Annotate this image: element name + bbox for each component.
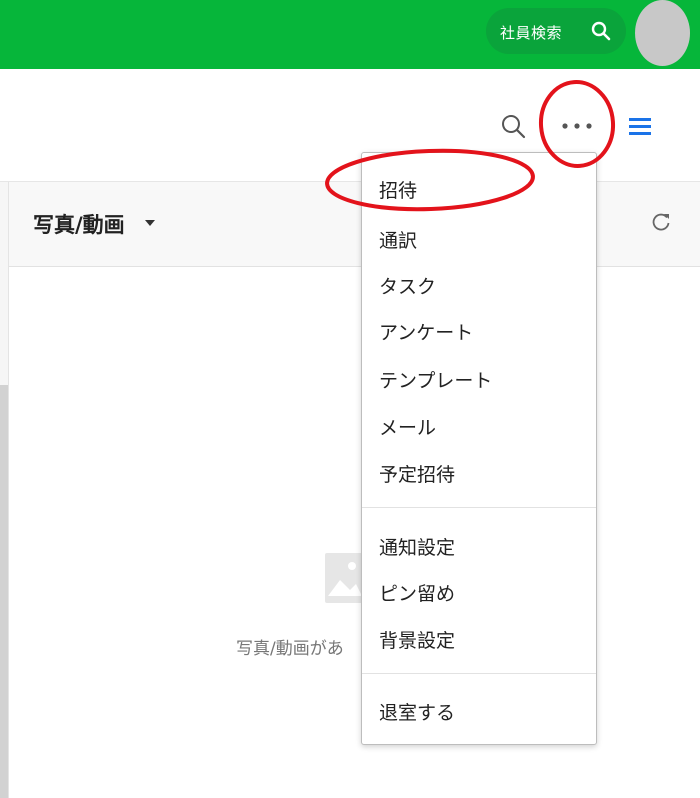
menu-item-survey[interactable]: アンケート bbox=[379, 318, 473, 345]
image-placeholder-icon bbox=[325, 553, 365, 603]
menu-divider bbox=[362, 507, 596, 508]
search-icon[interactable] bbox=[500, 113, 526, 139]
more-icon[interactable] bbox=[560, 119, 596, 133]
refresh-icon[interactable] bbox=[650, 211, 672, 233]
menu-divider bbox=[362, 673, 596, 674]
menu-item-pin[interactable]: ピン留め bbox=[379, 579, 455, 606]
chevron-down-icon[interactable] bbox=[145, 220, 155, 226]
left-scrollbar-thumb[interactable] bbox=[0, 385, 8, 798]
top-bar: 社員検索 bbox=[0, 0, 700, 69]
empty-message: 写真/動画があ bbox=[236, 639, 344, 659]
employee-search-button[interactable]: 社員検索 bbox=[486, 8, 626, 54]
menu-item-leave-room[interactable]: 退室する bbox=[379, 698, 455, 725]
menu-item-task[interactable]: タスク bbox=[379, 272, 436, 299]
menu-item-mail[interactable]: メール bbox=[379, 413, 436, 440]
more-menu-dropdown: 招待 通訳 タスク アンケート テンプレート メール 予定招待 通知設定 ピン留… bbox=[361, 152, 597, 745]
menu-item-notification-settings[interactable]: 通知設定 bbox=[379, 533, 455, 560]
menu-item-translate[interactable]: 通訳 bbox=[379, 226, 417, 253]
search-icon bbox=[591, 21, 611, 41]
employee-search-label: 社員検索 bbox=[500, 24, 563, 42]
menu-item-background-settings[interactable]: 背景設定 bbox=[379, 626, 455, 653]
menu-item-invite[interactable]: 招待 bbox=[379, 176, 417, 203]
panel-title[interactable]: 写真/動画 bbox=[33, 209, 125, 239]
menu-item-template[interactable]: テンプレート bbox=[379, 366, 492, 393]
avatar[interactable] bbox=[635, 0, 690, 66]
menu-item-schedule-invite[interactable]: 予定招待 bbox=[379, 460, 455, 487]
menu-icon[interactable] bbox=[627, 115, 653, 137]
